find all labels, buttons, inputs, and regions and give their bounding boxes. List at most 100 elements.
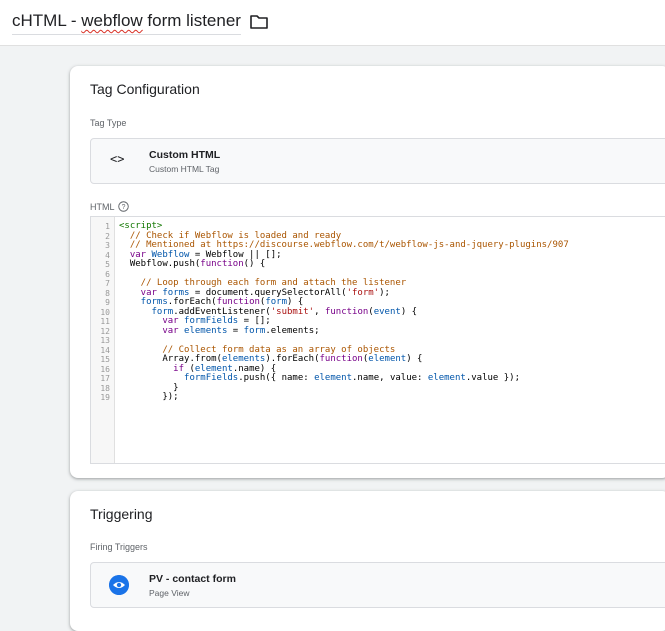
- line-number: 14: [100, 345, 110, 355]
- line-number-gutter: 1 2 3 4 5 6 7 8 9 10 11 12 13 14 15 16 17 18 19: [91, 217, 115, 463]
- tag-configuration-card[interactable]: Tag Configuration Tag Type <> Custom HTM…: [70, 66, 665, 478]
- code-token: <script>: [119, 221, 163, 231]
- line-number: 9: [105, 298, 110, 307]
- header-bar: cHTML - webflow form listener: [0, 0, 665, 46]
- code-token: elements: [221, 354, 266, 364]
- code-token: }: [119, 382, 179, 393]
- line-number: 13: [100, 336, 110, 345]
- line-number: 3: [105, 241, 110, 250]
- line-number: 1: [105, 222, 110, 231]
- code-token: .addEventListener(: [173, 306, 271, 317]
- code-token: elements: [184, 325, 228, 336]
- code-line: Webflow.push(function() {: [119, 259, 665, 270]
- code-token: function: [319, 354, 363, 364]
- triggering-card[interactable]: Triggering Firing Triggers PV - contact …: [70, 491, 665, 631]
- code-token: .value });: [465, 373, 520, 383]
- code-token: 'form': [346, 287, 380, 298]
- code-token: forms: [162, 287, 190, 298]
- firing-trigger-item[interactable]: PV - contact form Page View: [90, 562, 665, 608]
- code-token: // Mentioned at https://discourse.webflo…: [119, 240, 569, 250]
- code-token: 'submit': [270, 306, 315, 317]
- tag-type-name: Custom HTML: [149, 149, 221, 161]
- code-token: formFields: [184, 316, 239, 326]
- line-number: 7: [105, 279, 110, 288]
- line-number: 2: [105, 231, 110, 241]
- line-number: 19: [100, 393, 110, 402]
- code-token: var: [119, 316, 185, 326]
- line-number: 11: [100, 317, 110, 326]
- code-brackets-icon: <>: [110, 152, 125, 166]
- code-token: function: [216, 297, 260, 307]
- code-lines[interactable]: <script> // Check if Webflow is loaded a…: [119, 221, 665, 403]
- code-token: var: [119, 249, 152, 260]
- code-token: element: [194, 363, 233, 374]
- trigger-type: Page View: [149, 588, 190, 598]
- trigger-name: PV - contact form: [149, 573, 236, 585]
- code-token: form: [119, 306, 174, 317]
- triggering-title: Triggering: [90, 506, 153, 522]
- code-token: = Webflow || [];: [189, 249, 282, 260]
- code-token: = document.querySelectorAll(: [189, 287, 347, 298]
- line-number: 8: [105, 288, 110, 298]
- line-number: 16: [100, 364, 110, 374]
- code-token: ) {: [287, 297, 304, 307]
- help-circle-icon[interactable]: ?: [118, 201, 129, 212]
- code-token: .name) {: [232, 363, 277, 374]
- code-token: formFields: [119, 373, 239, 383]
- code-token: var: [119, 325, 185, 336]
- code-token: Array.from(: [119, 354, 222, 364]
- code-token: ,: [314, 306, 325, 317]
- code-token: element: [368, 354, 407, 364]
- code-token: .name, value:: [352, 373, 428, 383]
- code-token: =: [227, 325, 244, 336]
- code-token: forms: [119, 297, 168, 307]
- code-token: ).forEach(: [265, 354, 320, 364]
- tag-type-selector[interactable]: <> Custom HTML Custom HTML Tag: [90, 138, 665, 184]
- html-code-editor[interactable]: 1 2 3 4 5 6 7 8 9 10 11 12 13 14 15 16 17 18 19 <script> /…: [90, 216, 665, 464]
- tag-type-label: Tag Type: [90, 118, 127, 128]
- code-token: // Check if Webflow is loaded and ready: [119, 230, 342, 241]
- code-line: }: [119, 382, 665, 394]
- code-line: });: [119, 392, 665, 403]
- tag-name-suffix: form listener: [142, 11, 241, 30]
- code-token: () {: [243, 259, 266, 269]
- line-number: 5: [105, 260, 110, 269]
- code-token: = [];: [238, 316, 271, 326]
- tag-name-prefix: cHTML -: [12, 11, 82, 30]
- code-token: if: [119, 363, 185, 374]
- code-token: Webflow.push(: [119, 259, 201, 269]
- code-token: form: [243, 325, 266, 336]
- line-number: 15: [100, 355, 110, 364]
- line-number: 10: [100, 307, 110, 317]
- code-token: (: [184, 363, 195, 374]
- code-token: element: [427, 373, 466, 383]
- line-number: 18: [100, 383, 110, 393]
- code-token: function: [200, 259, 244, 269]
- code-token: .push({ name:: [238, 373, 315, 383]
- tag-name-misspelled-word: webflow: [81, 11, 143, 30]
- svg-text:?: ?: [122, 204, 126, 211]
- code-token: });: [119, 392, 179, 402]
- code-token: ) {: [400, 306, 418, 317]
- folder-icon[interactable]: [249, 14, 269, 30]
- line-number: 17: [100, 374, 110, 383]
- code-token: var: [119, 287, 163, 298]
- line-number: 6: [105, 269, 110, 279]
- code-token: ) {: [406, 354, 423, 364]
- line-number: 12: [100, 326, 110, 336]
- tag-type-subtitle: Custom HTML Tag: [149, 164, 220, 174]
- code-token: function: [324, 306, 369, 317]
- code-token: // Loop through each form and attach the…: [119, 278, 407, 288]
- tag-name-field[interactable]: cHTML - webflow form listener: [12, 11, 241, 35]
- code-token: );: [379, 287, 390, 298]
- html-label: HTML: [90, 202, 115, 212]
- eye-icon: [109, 575, 129, 595]
- code-token: .elements;: [265, 325, 320, 336]
- code-token: element: [314, 373, 353, 383]
- code-line: var elements = form.elements;: [119, 325, 665, 337]
- tag-configuration-title: Tag Configuration: [90, 81, 200, 97]
- code-token: .forEach(: [167, 297, 217, 307]
- code-line: formFields.push({ name: element.name, va…: [119, 373, 665, 384]
- code-token: form: [265, 297, 288, 307]
- code-token: // Collect form data as an array of obje…: [119, 344, 396, 355]
